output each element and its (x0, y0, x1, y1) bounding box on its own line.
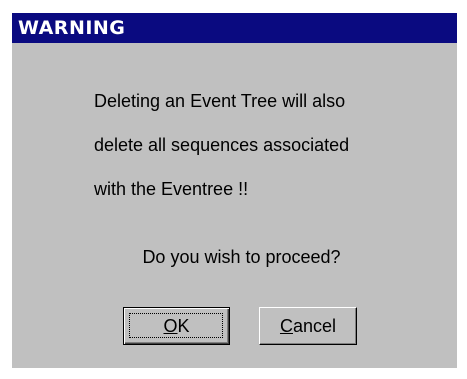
ok-button-label: OK (163, 316, 189, 337)
message-line-3: with the Eventree !! (94, 179, 249, 199)
ok-label-rest: K (177, 315, 190, 336)
message-line-1: Deleting an Event Tree will also (94, 91, 346, 111)
cancel-button[interactable]: Cancel (259, 307, 357, 345)
confirmation-question: Do you wish to proceed? (142, 247, 341, 267)
ok-mnemonic: O (163, 315, 178, 336)
dialog-title: WARNING (18, 17, 126, 39)
title-bar[interactable]: WARNING (12, 13, 457, 43)
message-line-2: delete all sequences associated (94, 135, 350, 155)
warning-dialog: WARNING Deleting an Event Tree will also… (10, 11, 457, 368)
ok-button[interactable]: OK (123, 307, 230, 345)
cancel-button-label: Cancel (280, 316, 336, 337)
cancel-label-rest: ancel (292, 315, 337, 336)
cancel-mnemonic: C (279, 315, 293, 336)
